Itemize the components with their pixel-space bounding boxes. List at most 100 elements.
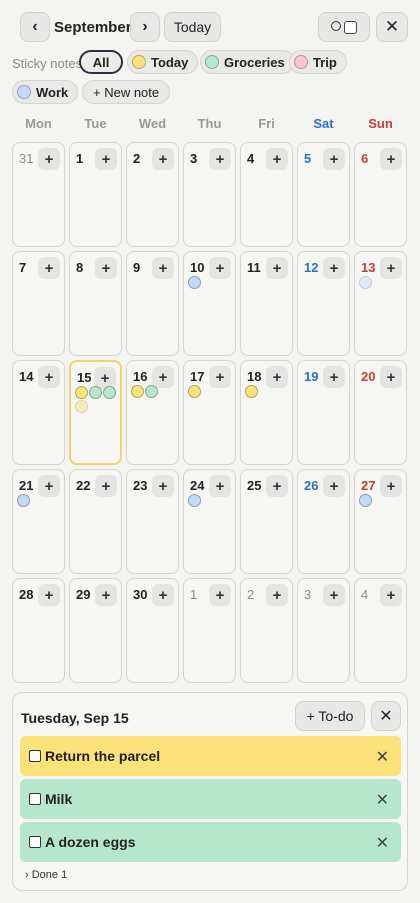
- calendar-day-cell[interactable]: 3 +: [183, 142, 236, 247]
- remove-todo-icon[interactable]: ✕: [376, 790, 389, 810]
- calendar-day-cell[interactable]: 27 +: [354, 469, 407, 574]
- calendar-day-cell[interactable]: 29 +: [69, 578, 122, 683]
- prev-month-button[interactable]: ‹: [20, 12, 50, 42]
- work-note-dot[interactable]: [188, 494, 201, 507]
- day-number: 22: [76, 478, 91, 493]
- calendar-day-cell[interactable]: 4 +: [240, 142, 293, 247]
- calendar-day-cell[interactable]: 13 +: [354, 251, 407, 356]
- calendar-day-cell[interactable]: 12 +: [297, 251, 350, 356]
- today-note-dot[interactable]: [131, 385, 144, 398]
- add-note-button[interactable]: +: [380, 148, 402, 170]
- add-note-button[interactable]: +: [152, 584, 174, 606]
- add-note-button[interactable]: +: [266, 257, 288, 279]
- calendar-day-cell[interactable]: 5 +: [297, 142, 350, 247]
- todo-item[interactable]: Milk ✕: [20, 779, 401, 819]
- calendar-day-cell[interactable]: 23 +: [126, 469, 179, 574]
- groceries-note-dot[interactable]: [145, 385, 158, 398]
- today-note-dot[interactable]: [245, 385, 258, 398]
- todo-checkbox[interactable]: [29, 836, 41, 848]
- next-month-button[interactable]: ›: [130, 12, 160, 42]
- calendar-day-cell[interactable]: 31 +: [12, 142, 65, 247]
- calendar-day-cell[interactable]: 7 +: [12, 251, 65, 356]
- calendar-day-cell[interactable]: 25 +: [240, 469, 293, 574]
- calendar-day-cell[interactable]: 10 +: [183, 251, 236, 356]
- calendar-day-cell[interactable]: 1 +: [183, 578, 236, 683]
- work-note-dot[interactable]: [359, 494, 372, 507]
- add-note-button[interactable]: +: [152, 475, 174, 497]
- filter-trip-chip[interactable]: Trip: [289, 50, 347, 74]
- add-note-button[interactable]: +: [323, 584, 345, 606]
- calendar-day-cell[interactable]: 16 +: [126, 360, 179, 465]
- add-note-button[interactable]: +: [323, 366, 345, 388]
- day-number: 18: [247, 369, 262, 384]
- new-note-button[interactable]: + New note: [82, 80, 171, 104]
- filter-groceries-chip[interactable]: Groceries: [200, 50, 295, 74]
- calendar-day-cell[interactable]: 21 +: [12, 469, 65, 574]
- todo-item[interactable]: Return the parcel ✕: [20, 736, 401, 776]
- calendar-day-cell[interactable]: 14 +: [12, 360, 65, 465]
- calendar-day-cell[interactable]: 6 +: [354, 142, 407, 247]
- remove-todo-icon[interactable]: ✕: [376, 833, 389, 853]
- add-todo-button[interactable]: + To-do: [295, 701, 365, 731]
- calendar-day-cell[interactable]: 2 +: [126, 142, 179, 247]
- add-note-button[interactable]: +: [266, 148, 288, 170]
- close-button[interactable]: ✕: [376, 12, 408, 42]
- work-note-dot[interactable]: [359, 276, 372, 289]
- calendar-day-cell[interactable]: 2 +: [240, 578, 293, 683]
- groceries-note-dot[interactable]: [89, 386, 102, 399]
- add-note-button[interactable]: +: [380, 366, 402, 388]
- add-note-button[interactable]: +: [209, 148, 231, 170]
- add-note-button[interactable]: +: [95, 584, 117, 606]
- add-note-button[interactable]: +: [380, 584, 402, 606]
- calendar-day-cell[interactable]: 20 +: [354, 360, 407, 465]
- calendar-day-cell[interactable]: 8 +: [69, 251, 122, 356]
- add-note-button[interactable]: +: [95, 148, 117, 170]
- lasso-select-toggle[interactable]: [318, 12, 370, 42]
- todo-checkbox[interactable]: [29, 793, 41, 805]
- filter-all-chip[interactable]: All: [79, 50, 123, 74]
- filter-work-chip[interactable]: Work: [12, 80, 79, 104]
- add-note-button[interactable]: +: [152, 148, 174, 170]
- add-note-button[interactable]: +: [152, 257, 174, 279]
- work-note-dot[interactable]: [188, 276, 201, 289]
- todo-item[interactable]: A dozen eggs ✕: [20, 822, 401, 862]
- calendar-day-cell[interactable]: 4 +: [354, 578, 407, 683]
- add-note-button[interactable]: +: [209, 584, 231, 606]
- filter-today-chip[interactable]: Today: [127, 50, 199, 74]
- calendar-day-cell[interactable]: 22 +: [69, 469, 122, 574]
- work-note-dot[interactable]: [17, 494, 30, 507]
- groceries-note-dot[interactable]: [103, 386, 116, 399]
- add-note-button[interactable]: +: [38, 257, 60, 279]
- todo-checkbox[interactable]: [29, 750, 41, 762]
- today-note-dot[interactable]: [188, 385, 201, 398]
- add-note-button[interactable]: +: [95, 475, 117, 497]
- calendar-day-cell[interactable]: 17 +: [183, 360, 236, 465]
- calendar-day-cell[interactable]: 30 +: [126, 578, 179, 683]
- calendar-day-cell[interactable]: 26 +: [297, 469, 350, 574]
- add-note-button[interactable]: +: [266, 475, 288, 497]
- calendar-day-cell[interactable]: 15 +: [69, 360, 122, 465]
- today-button[interactable]: Today: [164, 12, 221, 42]
- add-note-button[interactable]: +: [38, 366, 60, 388]
- calendar-day-cell[interactable]: 9 +: [126, 251, 179, 356]
- add-note-button[interactable]: +: [38, 584, 60, 606]
- calendar-day-cell[interactable]: 28 +: [12, 578, 65, 683]
- today-note-dot[interactable]: [75, 386, 88, 399]
- add-note-button[interactable]: +: [266, 584, 288, 606]
- add-note-button[interactable]: +: [95, 257, 117, 279]
- add-note-button[interactable]: +: [323, 475, 345, 497]
- remove-todo-icon[interactable]: ✕: [376, 747, 389, 767]
- calendar-day-cell[interactable]: 19 +: [297, 360, 350, 465]
- calendar-day-cell[interactable]: 18 +: [240, 360, 293, 465]
- calendar-day-cell[interactable]: 11 +: [240, 251, 293, 356]
- calendar-day-cell[interactable]: 1 +: [69, 142, 122, 247]
- note-indicators: [188, 276, 234, 289]
- close-panel-button[interactable]: ✕: [371, 701, 401, 731]
- done-toggle[interactable]: › Done 1: [25, 869, 67, 881]
- add-note-button[interactable]: +: [323, 257, 345, 279]
- add-note-button[interactable]: +: [38, 148, 60, 170]
- calendar-day-cell[interactable]: 24 +: [183, 469, 236, 574]
- add-note-button[interactable]: +: [323, 148, 345, 170]
- calendar-day-cell[interactable]: 3 +: [297, 578, 350, 683]
- today-note-dot[interactable]: [75, 400, 88, 413]
